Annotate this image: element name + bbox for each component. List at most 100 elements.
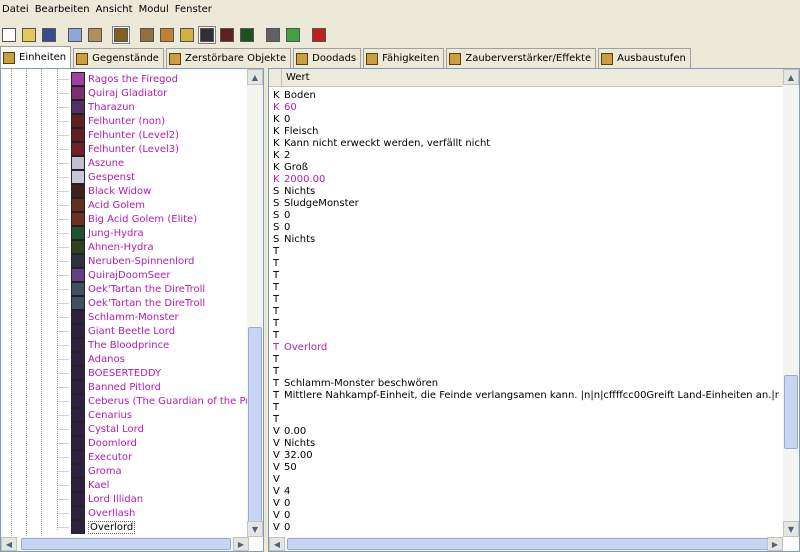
tab-zauberverstärker-effekte[interactable]: Zauberverstärker/Effekte (446, 48, 597, 68)
property-row[interactable]: T (273, 257, 783, 269)
import-manager-button[interactable] (264, 26, 282, 44)
tree-item[interactable]: Groma (71, 464, 249, 478)
menu-datei[interactable]: Datei (0, 0, 33, 20)
property-row[interactable]: T (273, 365, 783, 377)
menu-bearbeiten[interactable]: Bearbeiten (33, 0, 94, 20)
property-row[interactable]: T (273, 245, 783, 257)
menu-ansicht[interactable]: Ansicht (94, 0, 137, 20)
tree-item[interactable]: Overlord (71, 520, 249, 534)
tree-item[interactable]: Kael (71, 478, 249, 492)
copy-button[interactable] (66, 26, 84, 44)
tree-item[interactable]: Quiraj Gladiator (71, 86, 249, 100)
tree-item[interactable]: Neruben-Spinnenlord (71, 254, 249, 268)
grid-horizontal-scrollbar[interactable]: ◀ ▶ (269, 537, 783, 551)
property-row[interactable]: S SludgeMonster (273, 197, 783, 209)
tab-zerstörbare-objekte[interactable]: Zerstörbare Objekte (165, 48, 292, 68)
tree-item[interactable]: Felhunter (Level2) (71, 128, 249, 142)
tree-item[interactable]: Felhunter (non) (71, 114, 249, 128)
tree-item[interactable]: Cystal Lord (71, 422, 249, 436)
tree-item[interactable]: Lord Illidan (71, 492, 249, 506)
hscroll-thumb[interactable] (21, 538, 231, 550)
tab-einheiten[interactable]: Einheiten (0, 46, 72, 68)
ai-editor-button[interactable] (238, 26, 256, 44)
property-row[interactable]: K Fleisch (273, 125, 783, 137)
property-row[interactable]: T (273, 353, 783, 365)
property-row[interactable]: K 60 (273, 101, 783, 113)
property-row[interactable]: V 50 (273, 461, 783, 473)
property-row[interactable]: T (273, 413, 783, 425)
tab-fähigkeiten[interactable]: Fähigkeiten (363, 48, 445, 68)
property-row[interactable]: T (273, 293, 783, 305)
tree-item[interactable]: Aszune (71, 156, 249, 170)
property-row[interactable]: K2 (273, 149, 783, 161)
tab-doodads[interactable]: Doodads (293, 48, 362, 68)
property-row[interactable]: V 32.00 (273, 449, 783, 461)
tree-item[interactable]: Oek'Tartan the DireTroll (71, 296, 249, 310)
property-row[interactable]: S0 (273, 221, 783, 233)
tree-item[interactable]: Oek'Tartan the DireTroll (71, 282, 249, 296)
tab-gegenstände[interactable]: Gegenstände (73, 48, 164, 68)
campaign-editor-button[interactable] (218, 26, 236, 44)
tree-item[interactable]: Ceberus (The Guardian of the Portal) (71, 394, 249, 408)
property-row[interactable]: K 2000.00 (273, 173, 783, 185)
object-manager-button[interactable] (310, 26, 328, 44)
unit-editor-button[interactable] (112, 26, 130, 44)
property-row[interactable]: V (273, 473, 783, 485)
property-row[interactable]: T (273, 317, 783, 329)
scroll-left-arrow-icon[interactable]: ◀ (1, 537, 17, 551)
tree-item[interactable]: Giant Beetle Lord (71, 324, 249, 338)
property-row[interactable]: T Mittlere Nahkampf-Einheit, die Feinde v… (273, 389, 783, 401)
property-row[interactable]: V0 (273, 521, 783, 533)
property-row[interactable]: V0 (273, 509, 783, 521)
property-row[interactable]: T (273, 305, 783, 317)
property-row[interactable]: T (273, 329, 783, 341)
tree-item[interactable]: Black Widow (71, 184, 249, 198)
scroll-down-arrow-icon[interactable]: ▼ (783, 521, 799, 537)
scroll-right-arrow-icon[interactable]: ▶ (767, 537, 783, 551)
menu-fenster[interactable]: Fenster (173, 0, 216, 20)
tree-item[interactable]: Ragos the Firegod (71, 72, 249, 86)
hscroll-thumb[interactable] (287, 538, 775, 550)
tree-item[interactable]: Ahnen-Hydra (71, 240, 249, 254)
property-row[interactable]: K Kann nicht erweckt werden, verfällt nic… (273, 137, 783, 149)
tree-item[interactable]: Jung-Hydra (71, 226, 249, 240)
property-row[interactable]: S Nichts (273, 233, 783, 245)
property-row[interactable]: K Boden (273, 89, 783, 101)
terrain-editor-button[interactable] (138, 26, 156, 44)
property-row[interactable]: V Nichts (273, 437, 783, 449)
tree-horizontal-scrollbar[interactable]: ◀ ▶ (1, 537, 249, 551)
tab-ausbaustufen[interactable]: Ausbaustufen (598, 48, 691, 68)
property-row[interactable]: T Schlamm-Monster beschwören (273, 377, 783, 389)
paste-button[interactable] (86, 26, 104, 44)
property-row[interactable]: K0 (273, 113, 783, 125)
tree-item[interactable]: Acid Golem (71, 198, 249, 212)
property-row[interactable]: S0 (273, 209, 783, 221)
tree-item[interactable]: The Bloodprince (71, 338, 249, 352)
trigger-editor-button[interactable] (158, 26, 176, 44)
sound-editor-button[interactable] (178, 26, 196, 44)
property-row[interactable]: V 0.00 (273, 425, 783, 437)
scroll-thumb[interactable] (784, 375, 798, 449)
tree-item[interactable]: Schlamm-Monster (71, 310, 249, 324)
scroll-down-arrow-icon[interactable]: ▼ (247, 521, 263, 537)
property-row[interactable]: T (273, 401, 783, 413)
tree-item[interactable]: BOESERTEDDY (71, 366, 249, 380)
object-editor-button[interactable] (198, 26, 216, 44)
grid-vertical-scrollbar[interactable]: ▲ ▼ (783, 69, 799, 537)
menu-modul[interactable]: Modul (137, 0, 173, 20)
scroll-left-arrow-icon[interactable]: ◀ (269, 537, 285, 551)
tree-item[interactable]: Tharazun (71, 100, 249, 114)
tree-item[interactable]: Felhunter (Level3) (71, 142, 249, 156)
test-map-button[interactable] (284, 26, 302, 44)
tree-item[interactable]: QuirajDoomSeer (71, 268, 249, 282)
tree-item[interactable]: Doomlord (71, 436, 249, 450)
open-folder-button[interactable] (20, 26, 38, 44)
property-row[interactable]: T (273, 269, 783, 281)
property-row[interactable]: V4 (273, 485, 783, 497)
property-row[interactable]: K Groß (273, 161, 783, 173)
save-button[interactable] (40, 26, 58, 44)
property-row[interactable]: S Nichts (273, 185, 783, 197)
tree-item[interactable]: Big Acid Golem (Elite) (71, 212, 249, 226)
scroll-right-arrow-icon[interactable]: ▶ (233, 537, 249, 551)
property-row[interactable]: V0 (273, 497, 783, 509)
